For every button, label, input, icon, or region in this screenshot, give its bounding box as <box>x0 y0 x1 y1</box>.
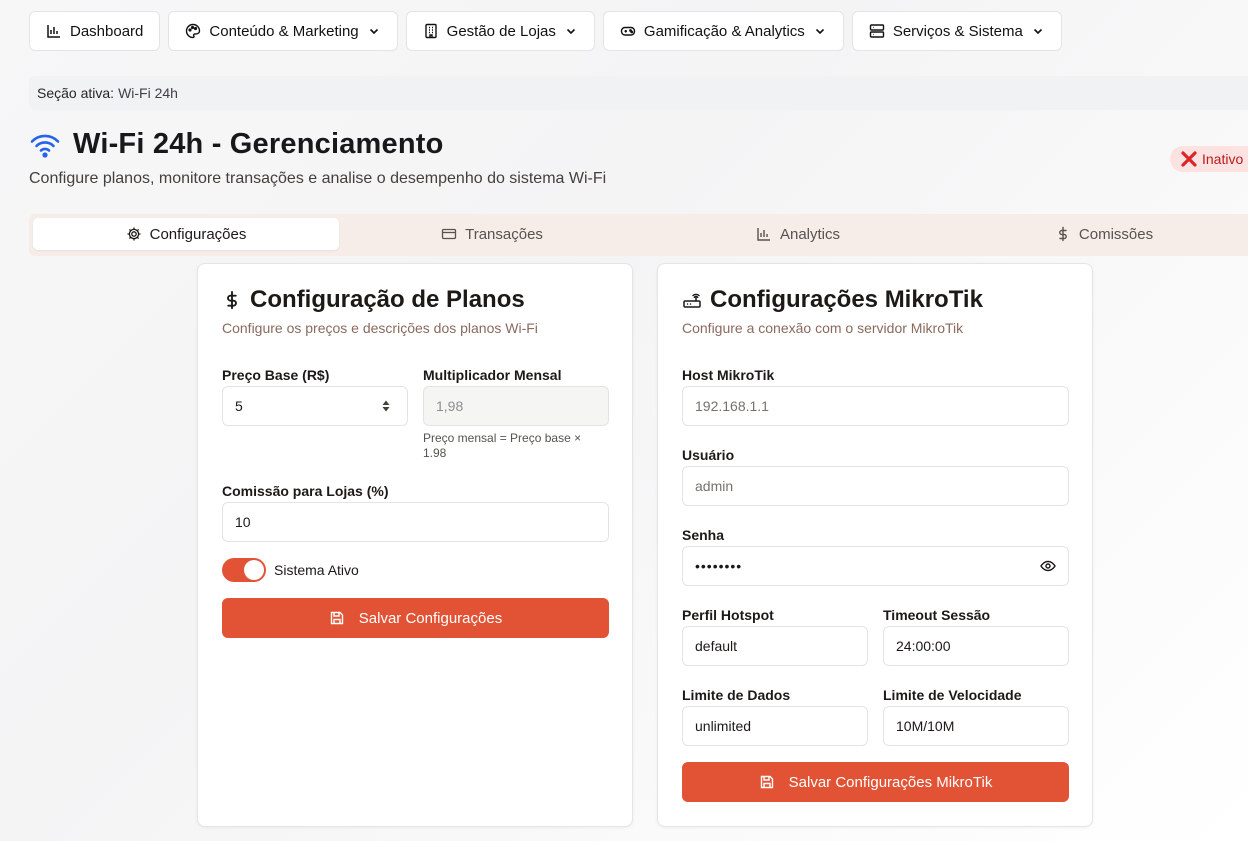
save-icon <box>330 611 343 625</box>
profile-label: Perfil Hotspot <box>682 607 774 623</box>
save-mikrotik-label: Salvar Configurações MikroTik <box>788 773 993 791</box>
nav-gestao-button[interactable]: Gestão de Lojas <box>405 11 595 51</box>
tab-analytics-label: Analytics <box>779 225 841 243</box>
tab-configuracoes[interactable]: Configurações <box>33 218 339 250</box>
chevron-down-icon <box>369 28 378 35</box>
system-active-toggle[interactable] <box>222 558 266 582</box>
bar-chart-icon <box>757 228 770 241</box>
user-label: Usuário <box>682 447 735 463</box>
status-badge: Inativo <box>1170 146 1248 172</box>
host-input[interactable] <box>682 386 1069 426</box>
multiplier-input <box>423 386 609 426</box>
x-mark-icon <box>1181 151 1197 167</box>
save-plans-button[interactable]: Salvar Configurações <box>222 598 609 638</box>
multiplier-hint-line2: 1.98 <box>423 446 447 460</box>
mikrotik-card: Configurações MikroTik Configure a conex… <box>657 263 1093 827</box>
eye-icon[interactable] <box>1040 558 1056 574</box>
top-nav: Dashboard Conteúdo & Marketing Gestão de… <box>29 11 1062 51</box>
page-title: Wi-Fi 24h - Gerenciamento <box>73 128 444 160</box>
nav-servicos-button[interactable]: Serviços & Sistema <box>851 11 1062 51</box>
nav-gamificacao-button[interactable]: Gamificação & Analytics <box>602 11 844 51</box>
nav-gestao-label: Gestão de Lojas <box>446 22 556 40</box>
dollar-icon <box>1059 226 1067 242</box>
password-input[interactable] <box>682 546 1069 586</box>
tab-comissoes[interactable]: Comissões <box>951 218 1248 250</box>
speed-limit-input[interactable] <box>883 706 1069 746</box>
base-price-label: Preço Base (R$) <box>222 367 330 383</box>
active-section-value: Wi-Fi 24h <box>118 85 178 101</box>
commission-label: Comissão para Lojas (%) <box>222 483 389 499</box>
mikrotik-title-text: Configurações MikroTik <box>710 286 983 313</box>
plans-card-title: Configuração de Planos <box>222 286 525 314</box>
dollar-icon <box>227 290 237 310</box>
timeout-label: Timeout Sessão <box>883 607 991 623</box>
save-icon <box>760 775 773 789</box>
speed-limit-label: Limite de Velocidade <box>883 687 1022 703</box>
multiplier-hint-line1: Preço mensal = Preço base × <box>423 431 582 445</box>
mikrotik-description: Configure a conexão com o servidor Mikro… <box>682 320 964 336</box>
gamepad-icon <box>620 26 636 36</box>
nav-conteudo-button[interactable]: Conteúdo & Marketing <box>168 11 398 51</box>
tab-transacoes-label: Transações <box>465 225 543 243</box>
plans-card: Configuração de Planos Configure os preç… <box>197 263 633 827</box>
wifi-icon <box>30 134 60 158</box>
chevron-down-icon <box>566 28 575 35</box>
plans-title-text: Configuração de Planos <box>250 286 525 313</box>
nav-conteudo-label: Conteúdo & Marketing <box>209 22 359 40</box>
chevron-down-icon <box>815 28 824 35</box>
palette-icon <box>186 23 201 39</box>
profile-input[interactable] <box>682 626 868 666</box>
router-icon <box>683 293 701 308</box>
server-icon <box>869 24 885 38</box>
data-limit-input[interactable] <box>682 706 868 746</box>
tab-transacoes[interactable]: Transações <box>339 218 645 250</box>
data-limit-label: Limite de Dados <box>682 687 791 703</box>
tab-analytics[interactable]: Analytics <box>645 218 951 250</box>
gear-icon <box>127 227 141 241</box>
system-active-label: Sistema Ativo <box>274 562 359 578</box>
timeout-input[interactable] <box>883 626 1069 666</box>
user-input[interactable] <box>682 466 1069 506</box>
number-stepper-icon[interactable] <box>381 399 391 413</box>
nav-gamificacao-label: Gamificação & Analytics <box>643 22 805 40</box>
password-label: Senha <box>682 527 725 543</box>
tab-list: Configurações Transações Analytics Comis… <box>29 214 1248 256</box>
host-label: Host MikroTik <box>682 367 775 383</box>
tab-comissoes-label: Comissões <box>1078 225 1154 243</box>
toggle-knob <box>244 560 264 580</box>
save-plans-label: Salvar Configurações <box>358 609 503 627</box>
nav-servicos-label: Serviços & Sistema <box>892 22 1023 40</box>
commission-input[interactable] <box>222 502 609 542</box>
multiplier-label: Multiplicador Mensal <box>423 367 562 383</box>
plans-description: Configure os preços e descrições dos pla… <box>222 320 538 336</box>
page-subtitle: Configure planos, monitore transações e … <box>29 170 607 187</box>
nav-dashboard-label: Dashboard <box>70 22 144 40</box>
bar-chart-icon <box>47 25 60 38</box>
page-header: Wi-Fi 24h - Gerenciamento <box>29 128 444 161</box>
credit-card-icon <box>441 228 457 240</box>
mikrotik-card-title: Configurações MikroTik <box>682 286 983 314</box>
nav-dashboard-button[interactable]: Dashboard <box>29 11 161 51</box>
building-icon <box>424 23 437 39</box>
status-text: Inativo <box>1202 151 1244 167</box>
active-section-bar: Seção ativa: Wi-Fi 24h <box>29 76 1248 110</box>
active-section-key: Seção ativa: <box>37 85 115 101</box>
chevron-down-icon <box>1033 28 1042 35</box>
save-mikrotik-button[interactable]: Salvar Configurações MikroTik <box>682 762 1069 802</box>
tab-configuracoes-label: Configurações <box>149 225 247 243</box>
